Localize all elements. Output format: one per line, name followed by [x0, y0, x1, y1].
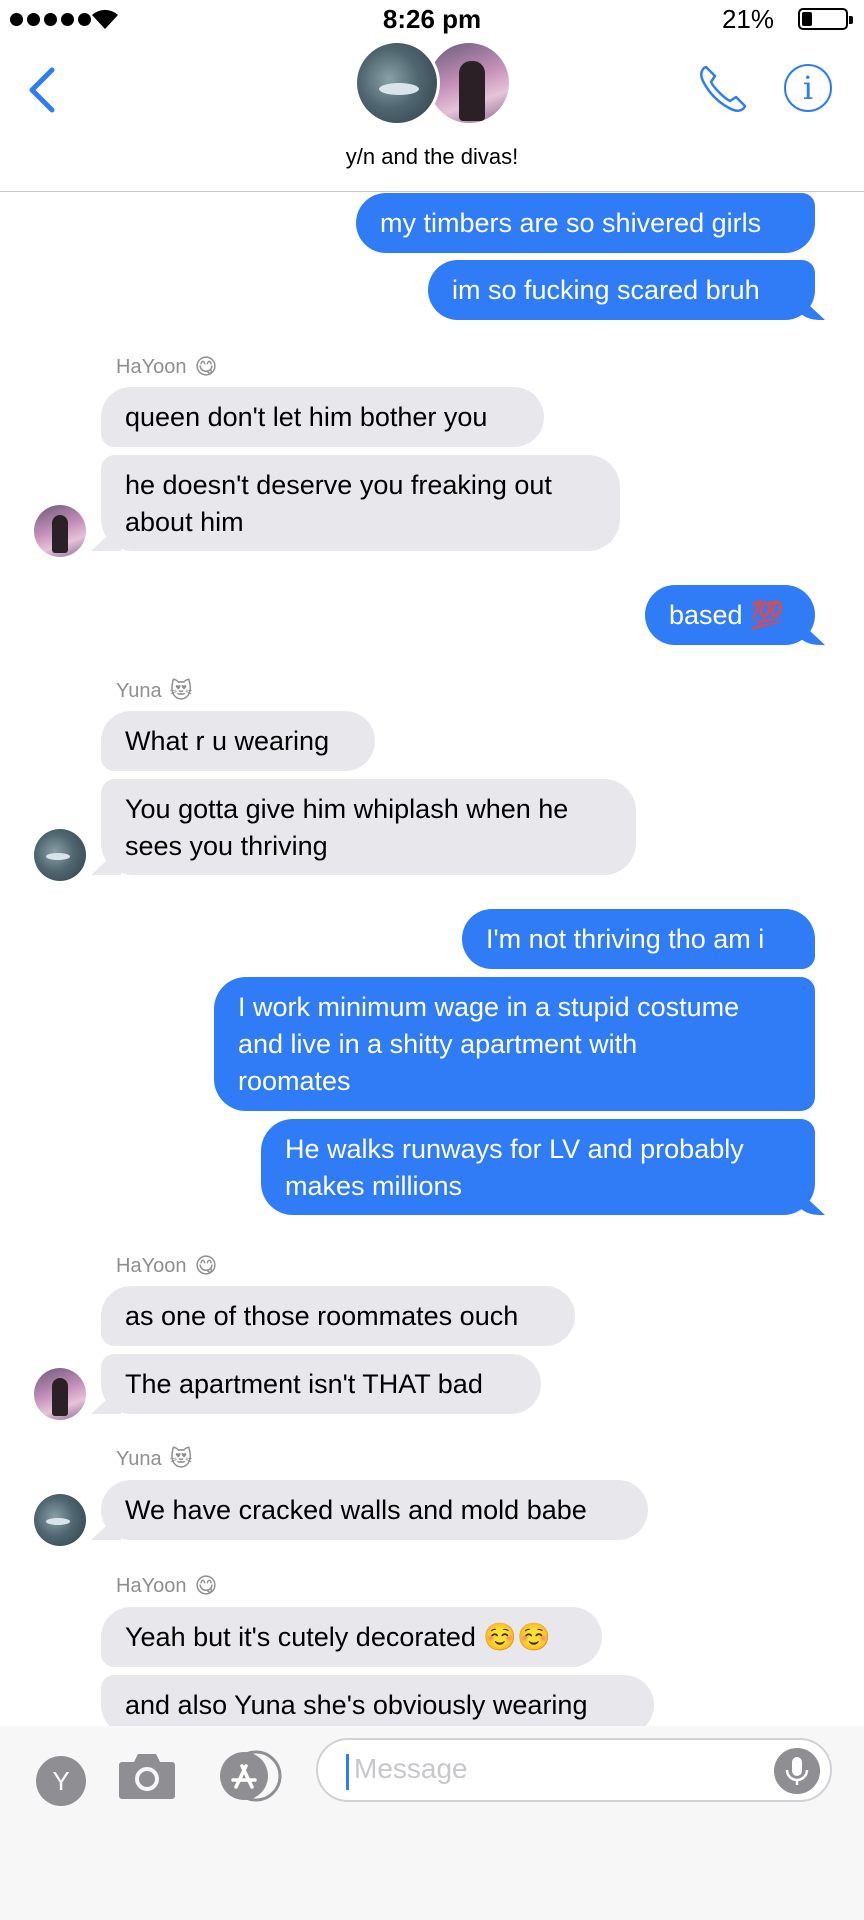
info-icon[interactable]: i — [784, 64, 832, 112]
status-bar: 8:26 pm 21% — [0, 0, 864, 40]
camera-icon[interactable] — [118, 1750, 176, 1800]
app-store-icon[interactable] — [216, 1750, 282, 1802]
message-text-line: You gotta give him whiplash when he — [125, 794, 569, 824]
message-bubble[interactable]: The apartment isn't THAT bad — [101, 1354, 541, 1414]
message-text: im so fucking scared bruh — [452, 275, 760, 305]
sender-emoji: 😋 — [194, 1253, 218, 1278]
conversation-header: y/n and the divas! i — [0, 40, 864, 192]
message-bubble[interactable]: I work minimum wage in a stupid costume … — [214, 977, 815, 1111]
back-button[interactable] — [24, 60, 64, 120]
avatar-yuna — [354, 40, 440, 126]
message-bubble[interactable]: im so fucking scared bruh — [428, 260, 815, 320]
group-name[interactable]: y/n and the divas! — [0, 144, 864, 170]
message-text-line: roomates — [238, 1066, 351, 1096]
message-text: and also Yuna she's obviously wearing — [125, 1690, 588, 1720]
message-bubble[interactable]: You gotta give him whiplash when he sees… — [101, 779, 636, 875]
sender-emoji: 😋 — [194, 354, 218, 379]
sender-name: HaYoon 😋 — [116, 354, 218, 379]
message-text: The apartment isn't THAT bad — [125, 1369, 483, 1399]
message-text-line: He walks runways for LV and probably — [285, 1134, 744, 1164]
message-text: Yeah but it's cutely decorated ☺️☺️ — [125, 1622, 551, 1652]
message-bubble[interactable]: I'm not thriving tho am i — [462, 909, 815, 969]
message-bubble[interactable]: based 💯 — [645, 585, 815, 645]
message-bubble[interactable]: he doesn't deserve you freaking out abou… — [101, 455, 620, 551]
sender-name: HaYoon 😋 — [116, 1253, 218, 1278]
message-text: queen don't let him bother you — [125, 402, 488, 432]
avatar-hayoon[interactable] — [34, 1368, 86, 1420]
message-placeholder: Message — [354, 1753, 468, 1784]
message-text: as one of those roommates ouch — [125, 1301, 519, 1331]
compose-area: Y Message — [0, 1726, 864, 1920]
message-bubble[interactable]: my timbers are so shivered girls — [356, 193, 815, 253]
message-text: We have cracked walls and mold babe — [125, 1495, 587, 1525]
hundred-points-emoji: 💯 — [750, 600, 784, 630]
message-bubble[interactable]: He walks runways for LV and probably mak… — [261, 1119, 815, 1215]
message-text: based — [669, 600, 743, 630]
message-bubble[interactable]: as one of those roommates ouch — [101, 1286, 575, 1346]
message-text-line: makes millions — [285, 1171, 463, 1201]
microphone-icon[interactable] — [774, 1748, 820, 1794]
sender-emoji: 😻 — [169, 678, 193, 703]
battery-icon — [798, 8, 853, 30]
y-app-button[interactable]: Y — [36, 1756, 86, 1806]
avatar-yuna[interactable] — [34, 1494, 86, 1546]
message-text-line: sees you thriving — [125, 831, 328, 861]
battery-percent: 21% — [721, 4, 774, 34]
sender-name: Yuna 😻 — [116, 678, 193, 703]
avatar-yuna[interactable] — [34, 829, 86, 881]
message-thread[interactable]: my timbers are so shivered girls im so f… — [0, 193, 864, 1726]
message-bubble[interactable]: What r u wearing — [101, 711, 375, 771]
message-input[interactable]: Message — [316, 1738, 832, 1802]
message-text: What r u wearing — [125, 726, 330, 756]
group-avatars[interactable] — [354, 40, 514, 130]
message-text-line: I work minimum wage in a stupid costume — [238, 992, 740, 1022]
message-bubble[interactable]: Yeah but it's cutely decorated ☺️☺️ — [101, 1607, 602, 1667]
message-bubble[interactable]: queen don't let him bother you — [101, 387, 544, 447]
message-text-line: and live in a shitty apartment with — [238, 1029, 638, 1059]
message-text: my timbers are so shivered girls — [380, 208, 762, 238]
phone-icon[interactable] — [696, 62, 750, 116]
sender-emoji: 😻 — [169, 1446, 193, 1471]
text-caret — [346, 1754, 349, 1790]
sender-emoji: 😋 — [194, 1573, 218, 1598]
message-text-line: about him — [125, 507, 244, 537]
sender-name: Yuna 😻 — [116, 1446, 193, 1471]
message-bubble[interactable]: We have cracked walls and mold babe — [101, 1480, 648, 1540]
sender-name: HaYoon 😋 — [116, 1573, 218, 1598]
message-text: I'm not thriving tho am i — [486, 924, 765, 954]
message-text-line: he doesn't deserve you freaking out — [125, 470, 552, 500]
compose-bar: Y Message — [0, 1726, 864, 1816]
message-bubble[interactable]: and also Yuna she's obviously wearing — [101, 1675, 654, 1726]
avatar-hayoon[interactable] — [34, 505, 86, 557]
